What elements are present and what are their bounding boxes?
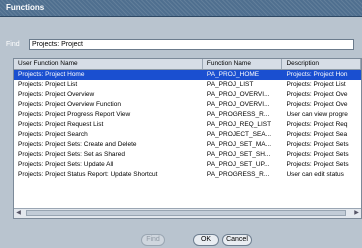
table-row[interactable]: Projects: Project Status Report: Update … xyxy=(14,170,361,180)
cell-function-name: PA_PROJ_HOME xyxy=(206,71,260,78)
table-row[interactable]: Projects: Project Overview Function PA_P… xyxy=(14,100,361,110)
cell-description: Projects: Project Hon xyxy=(286,71,348,78)
cancel-button[interactable]: Cancel xyxy=(222,234,252,246)
table-row[interactable]: Projects: Project List PA_PROJ_LIST Proj… xyxy=(14,80,361,90)
cell-user-function-name: Projects: Project Overview xyxy=(18,91,95,98)
cell-function-name: PA_PROJECT_SEA... xyxy=(206,131,272,138)
table-header: User Function Name Function Name Descrip… xyxy=(14,59,361,70)
table-row[interactable]: Projects: Project Search PA_PROJECT_SEA.… xyxy=(14,130,361,140)
table-row[interactable]: Projects: Project Sets: Create and Delet… xyxy=(14,140,361,150)
window-title: Functions xyxy=(6,3,45,12)
find-label: Find xyxy=(6,41,20,48)
cell-user-function-name: Projects: Project Request List xyxy=(18,121,104,128)
table-row[interactable]: Projects: Project Progress Report View P… xyxy=(14,110,361,120)
cell-description: Projects: Project Ove xyxy=(286,91,348,98)
cell-description: Projects: Project Ove xyxy=(286,101,348,108)
cell-description: User can view progre xyxy=(286,111,348,118)
cell-user-function-name: Projects: Project Status Report: Update … xyxy=(18,171,158,178)
cell-description: Projects: Project Sets xyxy=(286,161,349,168)
cell-user-function-name: Projects: Project Sets: Update All xyxy=(18,161,114,168)
scrollbar-thumb[interactable] xyxy=(26,210,346,216)
table-row[interactable]: Projects: Project Home PA_PROJ_HOME Proj… xyxy=(14,70,361,80)
cell-function-name: PA_PROJ_LIST xyxy=(206,81,254,88)
cell-description: Projects: Project Sets xyxy=(286,141,349,148)
cell-user-function-name: Projects: Project Sets: Create and Delet… xyxy=(18,141,137,148)
cell-description: Projects: Project List xyxy=(286,81,346,88)
find-input[interactable] xyxy=(29,39,354,50)
cell-function-name: PA_PROJ_OVERVI... xyxy=(206,91,270,98)
cell-function-name: PA_PROJ_SET_UP... xyxy=(206,161,270,168)
ok-button[interactable]: OK xyxy=(193,234,219,246)
cell-user-function-name: Projects: Project List xyxy=(18,81,78,88)
cell-function-name: PA_PROGRESS_R... xyxy=(206,171,270,178)
cell-user-function-name: Projects: Project Search xyxy=(18,131,88,138)
column-header-function-name[interactable]: Function Name xyxy=(203,59,283,69)
cell-function-name: PA_PROJ_OVERVI... xyxy=(206,101,270,108)
find-button[interactable]: Find xyxy=(141,234,165,246)
column-header-description[interactable]: Description xyxy=(282,59,361,69)
cell-user-function-name: Projects: Project Progress Report View xyxy=(18,111,131,118)
column-header-user-function-name[interactable]: User Function Name xyxy=(14,59,203,69)
cell-user-function-name: Projects: Project Home xyxy=(18,71,85,78)
window-titlebar: Functions xyxy=(0,0,362,17)
cell-user-function-name: Projects: Project Overview Function xyxy=(18,101,121,108)
table-row[interactable]: Projects: Project Request List PA_PROJ_R… xyxy=(14,120,361,130)
table-row[interactable]: Projects: Project Overview PA_PROJ_OVERV… xyxy=(14,90,361,100)
table-row[interactable]: Projects: Project Sets: Set as Shared PA… xyxy=(14,150,361,160)
cell-description: Projects: Project Sets xyxy=(286,151,349,158)
cell-function-name: PA_PROJ_REQ_LIST xyxy=(206,121,272,128)
cell-function-name: PA_PROJ_SET_MA... xyxy=(206,141,272,148)
scroll-right-icon[interactable]: ▶ xyxy=(352,209,361,218)
horizontal-scrollbar[interactable]: ◀ ▶ xyxy=(14,208,361,218)
scroll-left-icon[interactable]: ◀ xyxy=(14,209,23,218)
table-row[interactable]: Projects: Project Sets: Update All PA_PR… xyxy=(14,160,361,170)
cell-user-function-name: Projects: Project Sets: Set as Shared xyxy=(18,151,125,158)
functions-table: User Function Name Function Name Descrip… xyxy=(13,58,362,219)
cell-function-name: PA_PROJ_SET_SH... xyxy=(206,151,271,158)
cell-description: User can edit status xyxy=(286,171,344,178)
cell-description: Projects: Project Sea xyxy=(286,131,348,138)
cell-function-name: PA_PROGRESS_R... xyxy=(206,111,270,118)
cell-description: Projects: Project Req xyxy=(286,121,348,128)
